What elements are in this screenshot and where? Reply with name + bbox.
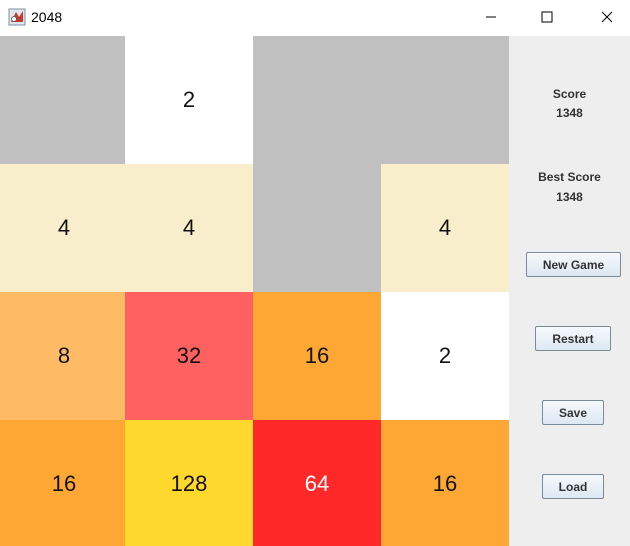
side-panel: Score 1348 Best Score 1348 New Game Rest…	[509, 36, 630, 546]
best-score-label: Best Score	[538, 170, 601, 184]
maximize-icon	[541, 11, 553, 23]
maximize-button[interactable]	[524, 0, 570, 34]
minimize-icon	[486, 16, 496, 18]
tile	[253, 164, 381, 292]
tile: 32	[125, 292, 253, 420]
tile	[381, 36, 509, 164]
best-score-value: 1348	[556, 190, 583, 204]
title-bar: 2048	[0, 0, 630, 36]
java-app-icon	[7, 7, 27, 27]
game-board: 2 4 4 4 8 32 16 2 16 128 64 16	[0, 36, 509, 546]
tile: 16	[381, 420, 509, 546]
tile: 2	[125, 36, 253, 164]
tile: 4	[0, 164, 128, 292]
tile	[253, 36, 381, 164]
window-title: 2048	[31, 9, 63, 25]
tile: 4	[381, 164, 509, 292]
tile: 8	[0, 292, 128, 420]
close-icon	[601, 11, 613, 23]
minimize-button[interactable]	[468, 0, 514, 34]
close-button[interactable]	[584, 0, 630, 34]
score-value: 1348	[556, 106, 583, 120]
load-button[interactable]: Load	[542, 474, 604, 499]
new-game-button[interactable]: New Game	[526, 252, 621, 277]
tile: 64	[253, 420, 381, 546]
tile: 128	[125, 420, 253, 546]
restart-button[interactable]: Restart	[535, 326, 611, 351]
tile	[0, 36, 128, 164]
tile: 4	[125, 164, 253, 292]
tile: 16	[253, 292, 381, 420]
tile: 2	[381, 292, 509, 420]
tile: 16	[0, 420, 128, 546]
score-label: Score	[552, 87, 587, 101]
save-button[interactable]: Save	[542, 400, 604, 425]
